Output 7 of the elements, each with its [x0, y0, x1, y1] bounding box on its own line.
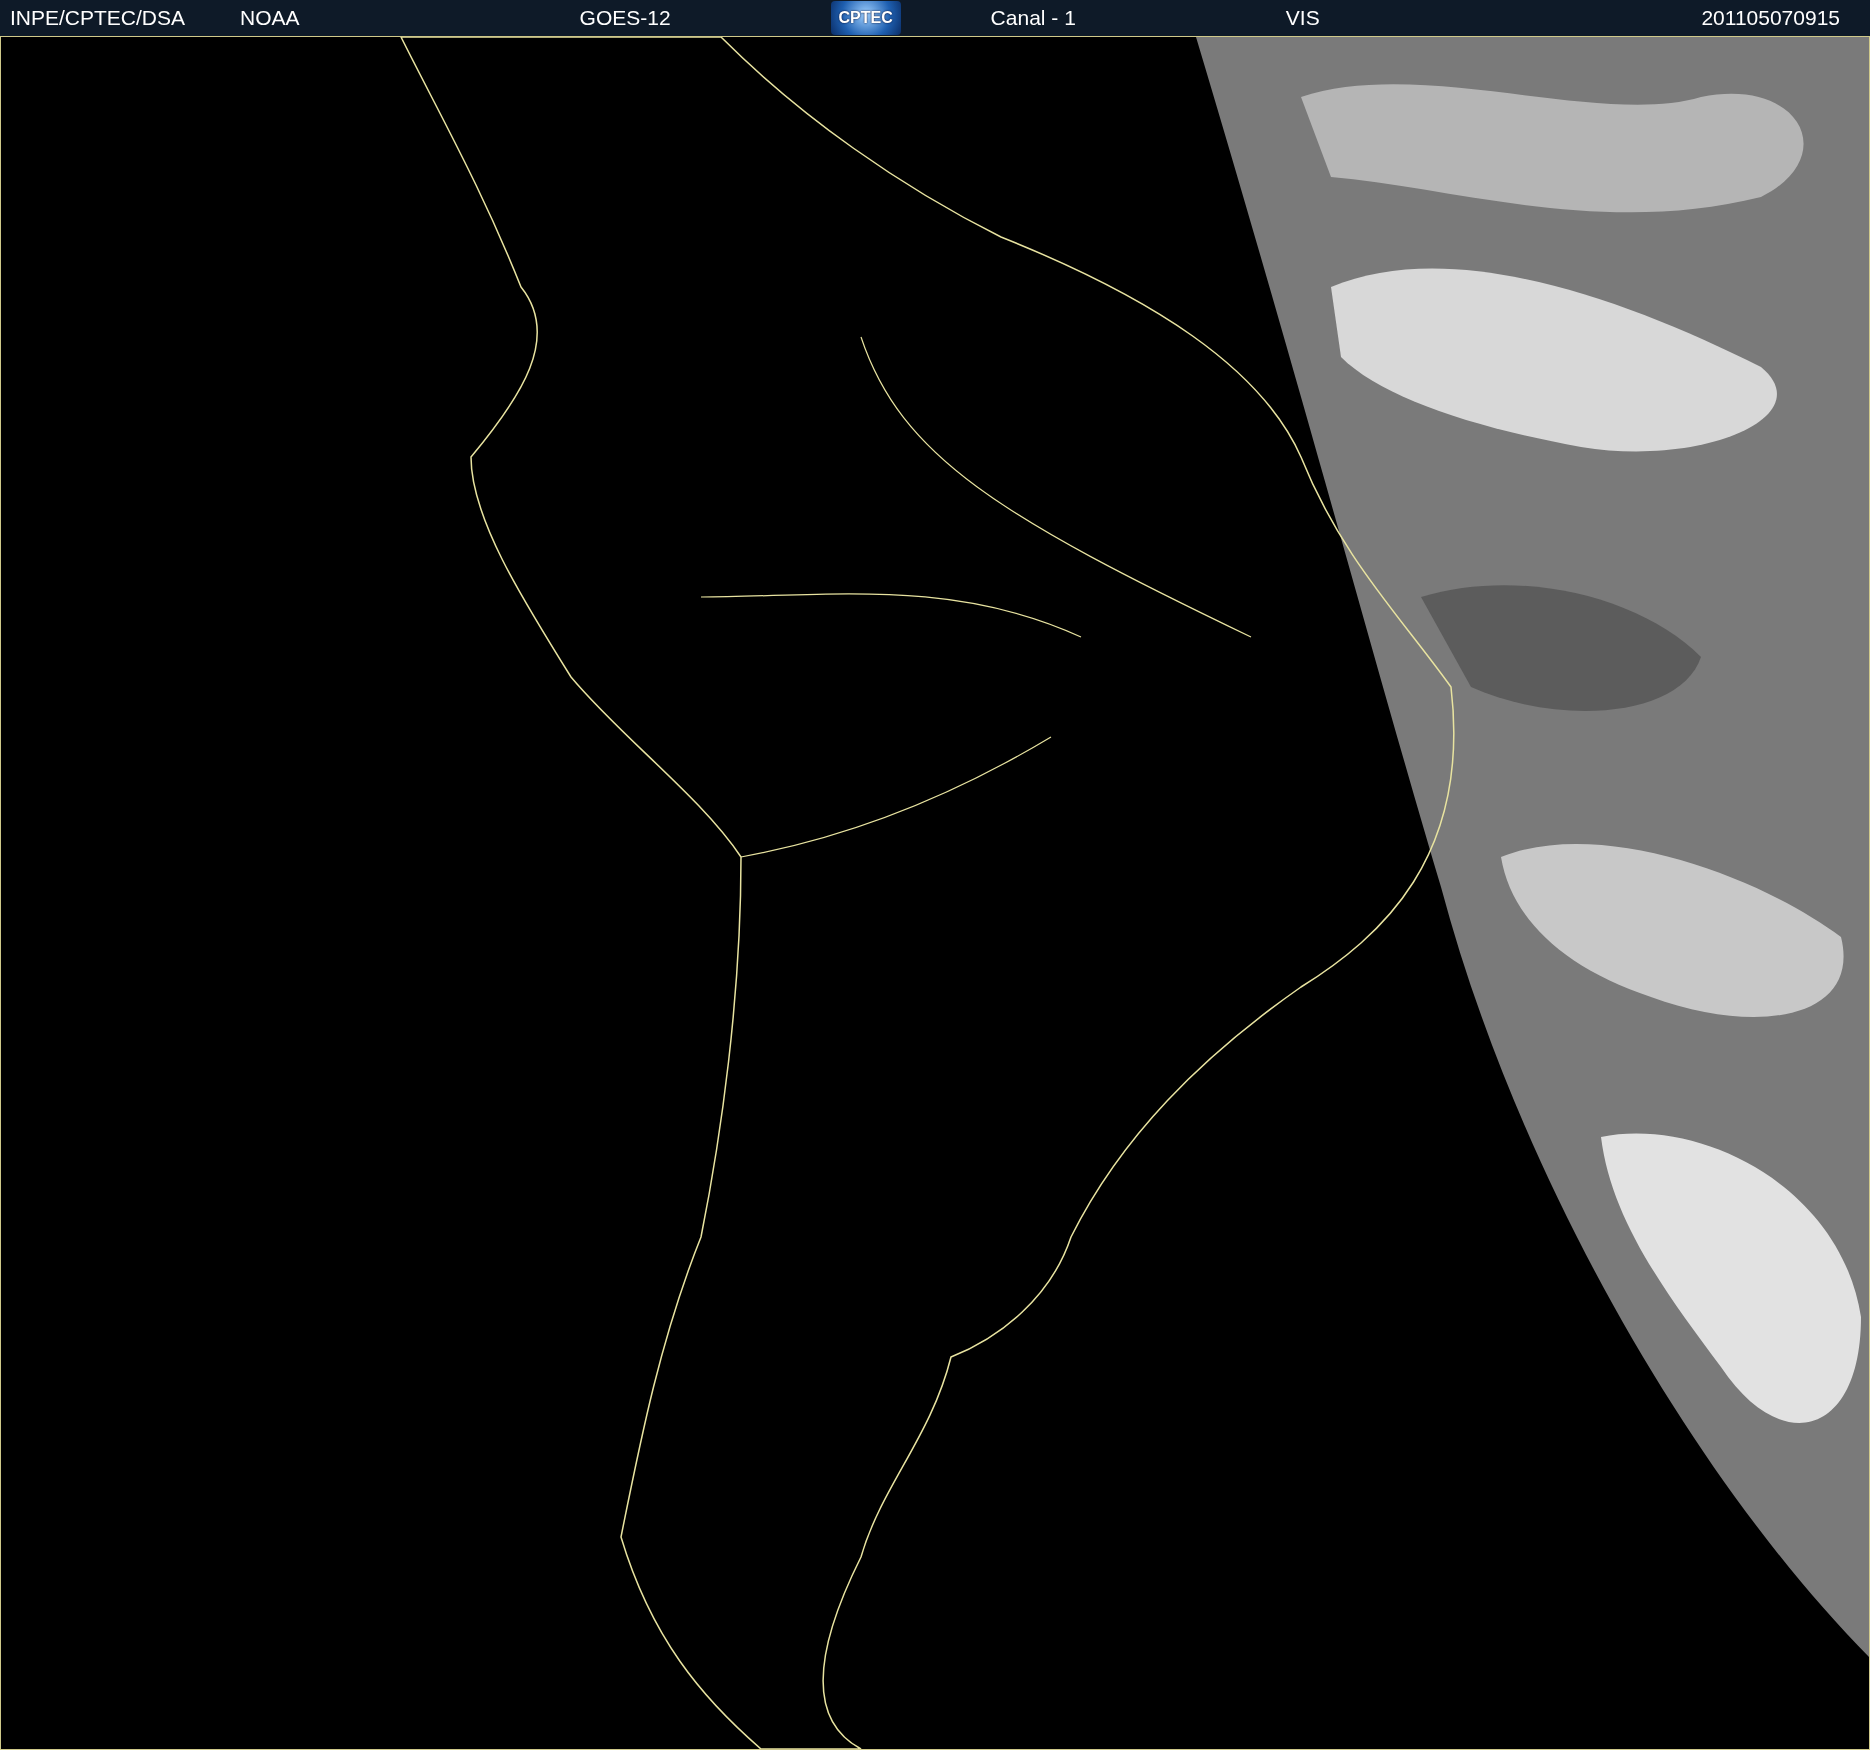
- header-label: INPE/CPTEC/DSA: [10, 6, 186, 30]
- logo: CPTEC: [830, 1, 901, 35]
- header-label: NOAA: [240, 6, 300, 30]
- header-label: GOES-12: [579, 6, 671, 30]
- header-label: Canal - 1: [990, 6, 1076, 30]
- header-label: 201105070915: [1701, 6, 1840, 30]
- header-label: VIS: [1285, 6, 1320, 30]
